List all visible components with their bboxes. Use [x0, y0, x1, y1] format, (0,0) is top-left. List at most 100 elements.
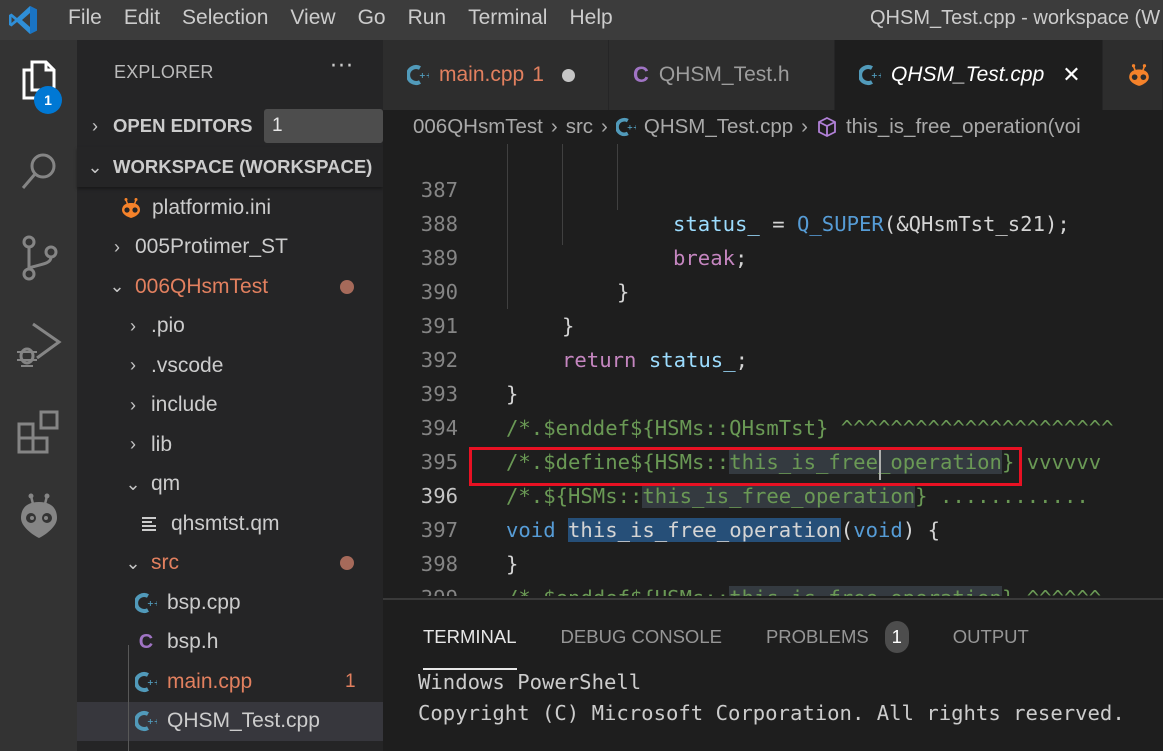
tree-item-pio[interactable]: › .pio — [77, 307, 383, 347]
menu-file[interactable]: File — [58, 0, 113, 40]
workspace-label: WORKSPACE (WORKSPACE) — [113, 156, 373, 177]
tree-item-qhsmtst-qm[interactable]: qhsmtst.qm — [77, 504, 383, 544]
panel-tab-label: PROBLEMS — [765, 626, 869, 647]
panel-tab-label: DEBUG CONSOLE — [560, 626, 722, 647]
tree-item-bsp-h[interactable]: C bsp.h — [77, 623, 383, 663]
tree-item-005protimer-st[interactable]: › 005Protimer_ST — [77, 228, 383, 268]
run-debug-icon — [16, 322, 62, 367]
cpp-file-icon: ++ — [135, 710, 157, 732]
cpp-file-icon: ++ — [859, 64, 881, 86]
vscode-logo-icon — [0, 0, 46, 40]
panel-tabs: TERMINAL DEBUG CONSOLE PROBLEMS 1 OUTPUT — [423, 621, 1073, 670]
modified-dot — [340, 279, 354, 294]
tree-item-qm[interactable]: ⌄ qm — [77, 465, 383, 505]
activity-search[interactable] — [0, 132, 77, 212]
chevron-right-icon: › — [130, 355, 136, 376]
close-tab-button[interactable]: ✕ — [1062, 62, 1080, 88]
tree-item-label: QHSM_Test.cpp — [167, 709, 320, 733]
menu-run[interactable]: Run — [397, 0, 458, 40]
activity-extensions[interactable] — [0, 392, 77, 472]
tree-item-label: src — [151, 551, 179, 575]
problems-badge: 1 — [884, 621, 909, 653]
tree-item-label: platformio.ini — [152, 195, 272, 219]
activity-explorer[interactable]: 1 — [0, 40, 77, 120]
panel-tab-output[interactable]: OUTPUT — [953, 622, 1029, 652]
menu-help[interactable]: Help — [558, 0, 623, 40]
tree-item-label: qhsmtst.qm — [171, 511, 280, 535]
tree-item-qhsm-test-cpp[interactable]: ++ QHSM_Test.cpp — [77, 701, 383, 741]
menu-go[interactable]: Go — [347, 0, 397, 40]
text-file-icon — [139, 513, 161, 535]
chevron-right-icon: › — [130, 434, 136, 455]
breadcrumb-item[interactable]: this_is_free_operation(voi — [846, 115, 1081, 139]
tab-label: main.cpp — [439, 63, 525, 86]
tree-item-lib[interactable]: › lib — [77, 425, 383, 465]
tree-item-label: .vscode — [151, 353, 224, 377]
editor-tabs: ++ main.cpp 1 C QHSM_Test.h ++ QHSM_Test… — [383, 40, 1163, 110]
unsaved-dot-icon[interactable] — [561, 68, 575, 82]
tree-item-vscode[interactable]: › .vscode — [77, 346, 383, 386]
file-tree: platformio.ini › 005Protimer_ST ⌄ 006QHs… — [77, 188, 383, 741]
terminal-line: Windows PowerShell — [418, 670, 642, 694]
tab-label: QHSM_Test.h — [658, 63, 790, 86]
menu-bar: File Edit Selection View Go Run Terminal… — [58, 0, 624, 40]
platformio-file-icon — [1127, 63, 1151, 87]
panel-tab-debug-console[interactable]: DEBUG CONSOLE — [561, 622, 722, 652]
activity-platformio[interactable] — [0, 476, 77, 556]
code-line: 391 return status_; — [383, 275, 1163, 372]
tab-platformio[interactable] — [1103, 40, 1163, 110]
tab-problem-count: 1 — [532, 63, 544, 86]
platformio-file-icon — [120, 197, 142, 219]
chevron-right-icon: › — [801, 115, 808, 138]
tree-item-bsp-cpp[interactable]: ++ bsp.cpp — [77, 583, 383, 623]
title-bar: File Edit Selection View Go Run Terminal… — [0, 0, 1163, 40]
tree-item-main-cpp[interactable]: ++ main.cpp 1 — [77, 662, 383, 702]
explorer-badge: 1 — [34, 86, 62, 114]
svg-text:++: ++ — [147, 599, 157, 608]
open-editors-section[interactable]: › OPEN EDITORS 1 UNSAVED — [77, 106, 383, 170]
code-line: 387 status_ = Q_SUPER(&QHsmTst_s21); — [383, 144, 1163, 236]
tree-item-include[interactable]: › include — [77, 386, 383, 426]
panel-tab-terminal[interactable]: TERMINAL — [423, 622, 517, 670]
code-line: 394 /*.$define${HSMs::this_is_free_opera… — [383, 377, 1163, 474]
code-line: 399 — [383, 547, 1163, 596]
panel-tab-problems[interactable]: PROBLEMS 1 — [765, 621, 909, 653]
chevron-right-icon: › — [130, 315, 136, 336]
code-editor[interactable]: 387 status_ = Q_SUPER(&QHsmTst_s21); 388… — [383, 144, 1163, 596]
workspace-section[interactable]: ⌄ WORKSPACE (WORKSPACE) — [77, 147, 383, 187]
tab-qhsm-test-cpp[interactable]: ++ QHSM_Test.cpp ✕ — [835, 40, 1103, 110]
chevron-right-icon: › — [550, 115, 558, 138]
tab-main-cpp[interactable]: ++ main.cpp 1 — [383, 40, 609, 110]
activity-run-debug[interactable] — [0, 304, 77, 384]
breadcrumb-item[interactable]: QHSM_Test.cpp — [644, 115, 793, 139]
chevron-right-icon: › — [601, 115, 608, 138]
menu-selection[interactable]: Selection — [171, 0, 279, 40]
line-number: 399 — [383, 581, 458, 596]
chevron-down-icon: ⌄ — [87, 156, 103, 177]
activity-source-control[interactable] — [0, 218, 77, 298]
breadcrumb-item[interactable]: 006QHsmTest — [413, 115, 543, 139]
code-line: 390 } — [383, 241, 1163, 338]
sidebar-title: EXPLORER — [114, 62, 214, 82]
chevron-right-icon: › — [130, 394, 136, 415]
tab-qhsm-test-h[interactable]: C QHSM_Test.h — [609, 40, 835, 110]
more-actions-button[interactable]: ··· — [330, 54, 354, 79]
menu-edit[interactable]: Edit — [113, 0, 171, 40]
platformio-icon — [20, 493, 57, 538]
tree-item-label: bsp.cpp — [167, 590, 241, 614]
source-control-icon — [22, 235, 57, 281]
explorer-sidebar: EXPLORER ··· › OPEN EDITORS 1 UNSAVED ⌄ … — [77, 40, 383, 751]
menu-view[interactable]: View — [279, 0, 346, 40]
tree-item-platformio-ini[interactable]: platformio.ini — [77, 188, 383, 228]
svg-text:++: ++ — [871, 71, 881, 80]
problems-count: 1 — [345, 670, 356, 692]
menu-terminal[interactable]: Terminal — [457, 0, 558, 40]
code-line: 395 /*.${HSMs::this_is_free_operation} .… — [383, 411, 1163, 508]
word-highlight: this_is_free_operation — [729, 586, 1002, 596]
breadcrumb: 006QHsmTest › src › ++ QHSM_Test.cpp › t… — [383, 110, 1163, 144]
breadcrumb-item[interactable]: src — [566, 115, 593, 139]
tree-item-006qhsmtest[interactable]: ⌄ 006QHsmTest — [77, 267, 383, 307]
tree-item-label: qm — [151, 472, 181, 496]
tree-item-src[interactable]: ⌄ src — [77, 544, 383, 584]
chevron-right-icon: › — [114, 236, 120, 257]
